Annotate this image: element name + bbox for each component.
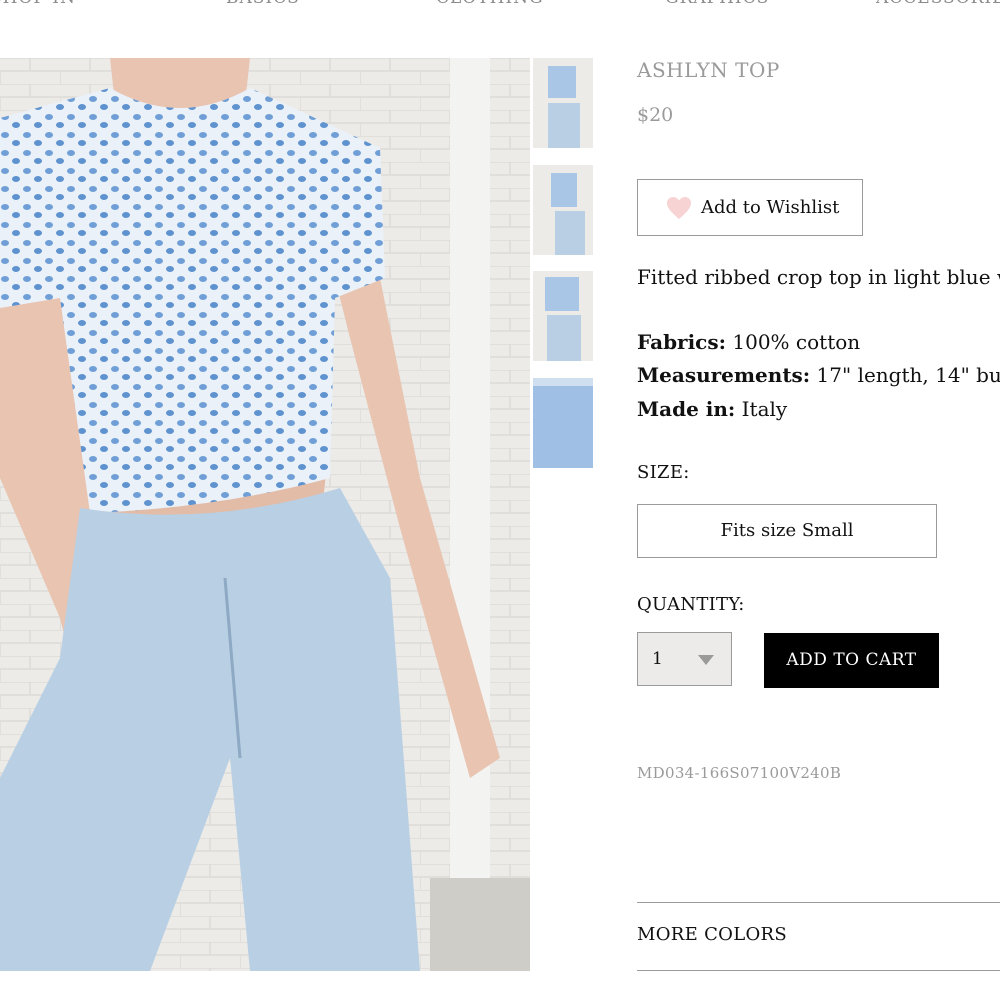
product-description: Fitted ribbed crop top in light blue wi <box>637 265 1000 289</box>
quantity-select[interactable]: 1 <box>637 632 732 686</box>
more-colors-toggle[interactable]: MORE COLORS <box>637 924 787 945</box>
add-to-wishlist-button[interactable]: Add to Wishlist <box>637 179 863 236</box>
divider <box>637 902 1000 903</box>
spec-label: Measurements: <box>637 363 811 387</box>
divider <box>637 970 1000 971</box>
product-photo-illustration <box>0 58 530 971</box>
product-sku: MD034-166S07100V240B <box>637 764 842 782</box>
quantity-label: QUANTITY: <box>637 594 745 615</box>
spec-label: Fabrics: <box>637 330 727 354</box>
size-label: SIZE: <box>637 462 690 483</box>
wishlist-label: Add to Wishlist <box>701 197 840 218</box>
product-price: $20 <box>637 104 674 126</box>
thumbnail-image <box>533 58 593 148</box>
spec-fabrics: Fabrics: 100% cotton <box>637 330 860 354</box>
product-info: ASHLYN TOP $20 Add to Wishlist Fitted ri… <box>637 0 1000 1000</box>
nav-item-basics[interactable]: BASICS <box>226 0 300 8</box>
thumbnail-image <box>533 378 593 468</box>
thumbnail-2[interactable] <box>533 165 593 255</box>
spec-value: 100% cotton <box>726 330 861 354</box>
nav-item-clothing[interactable]: CLOTHING <box>436 0 544 8</box>
size-option[interactable]: Fits size Small <box>637 504 937 558</box>
thumbnail-image <box>533 165 593 255</box>
quantity-value: 1 <box>652 649 663 669</box>
spec-value: 17" length, 14" bus <box>810 363 1000 387</box>
spec-made-in: Made in: Italy <box>637 397 787 421</box>
spec-value: Italy <box>735 397 788 421</box>
thumbnail-1[interactable] <box>533 58 593 148</box>
add-to-cart-button[interactable]: ADD TO CART <box>764 633 939 688</box>
spec-measurements: Measurements: 17" length, 14" bus <box>637 363 1000 387</box>
product-main-image[interactable] <box>0 58 530 971</box>
thumbnail-image <box>533 271 593 361</box>
thumbnail-3[interactable] <box>533 271 593 361</box>
heart-icon <box>667 197 691 219</box>
nav-item-shop-in[interactable]: SHOP IN <box>0 0 76 8</box>
chevron-down-icon <box>698 655 714 665</box>
thumbnail-4[interactable] <box>533 378 593 468</box>
product-title: ASHLYN TOP <box>637 58 780 82</box>
spec-label: Made in: <box>637 397 736 421</box>
